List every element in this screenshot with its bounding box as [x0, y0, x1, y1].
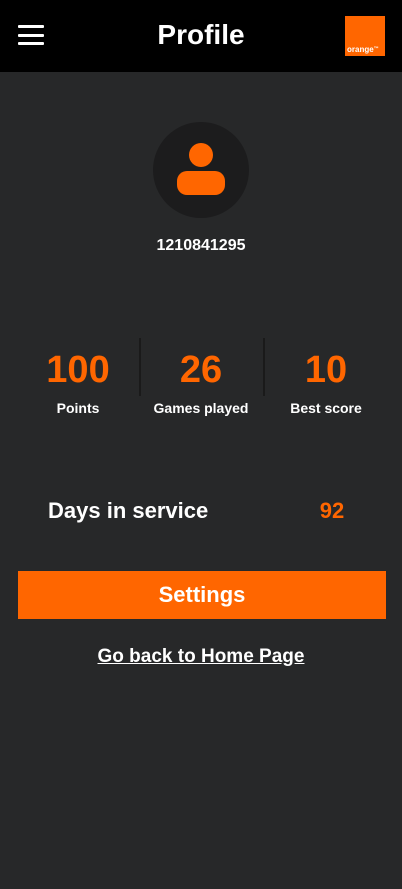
user-silhouette-icon: [177, 143, 225, 195]
avatar: [153, 122, 249, 218]
stat-label: Points: [56, 400, 100, 416]
stat-label: Best score: [290, 400, 362, 416]
days-in-service-label: Days in service: [48, 498, 209, 523]
user-id: 1210841295: [156, 237, 246, 254]
stat-games-played: 26 Games played: [139, 348, 263, 417]
stat-label: Games played: [153, 400, 249, 416]
settings-button[interactable]: Settings: [18, 571, 386, 619]
stat-value: 26: [179, 349, 223, 391]
stat-best-score: 10 Best score: [264, 348, 388, 417]
days-in-service-value: 92: [319, 498, 345, 523]
stat-points: 100 Points: [16, 348, 140, 417]
logo-text: orange™: [347, 45, 379, 54]
stat-value: 10: [304, 349, 348, 391]
orange-logo[interactable]: orange™: [345, 16, 385, 56]
page-title: Profile: [157, 19, 245, 50]
stat-value: 100: [46, 349, 110, 391]
app-header: Profile orange™: [0, 0, 402, 72]
home-page-link[interactable]: Go back to Home Page: [0, 645, 402, 669]
